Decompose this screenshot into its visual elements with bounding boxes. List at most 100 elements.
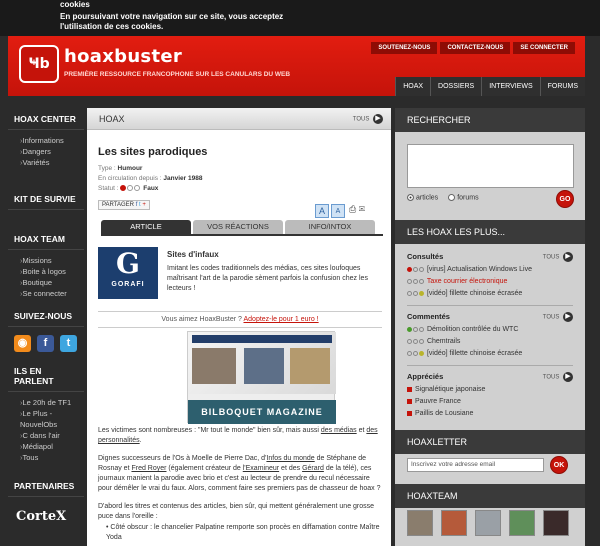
gerard-link[interactable]: Gérard	[302, 465, 324, 472]
radio-articles[interactable]: articles	[407, 194, 438, 201]
nav-forums[interactable]: FORUMS	[539, 77, 585, 96]
sidebar-item-nouvelobs[interactable]: Le Plus - NouvelObs	[20, 408, 72, 430]
sidebar-item-informations[interactable]: Informations	[20, 135, 72, 146]
nav-hoax[interactable]: HOAX	[395, 77, 431, 96]
sidebar-item-missions[interactable]: Missions	[20, 255, 72, 266]
share-button[interactable]: PARTAGER f t +	[98, 200, 150, 210]
cookie-banner: cookies En poursuivant votre navigation …	[0, 0, 600, 36]
gorafi-name: GORAFI	[111, 281, 145, 288]
search-input[interactable]	[407, 144, 574, 188]
list-item[interactable]: Pauvre France	[407, 398, 461, 405]
search-heading: RECHERCHER	[395, 108, 585, 132]
radio-articles-control[interactable]	[407, 194, 414, 201]
adopt-link[interactable]: Adoptez-le pour 1 euro !	[244, 316, 319, 323]
avatar[interactable]	[407, 510, 433, 536]
sidebar-item-connect[interactable]: Se connecter	[20, 288, 72, 299]
list-item[interactable]: [vidéo] fillette chinoise écrasée	[407, 290, 522, 297]
commentes-tous-link[interactable]: TOUS ▶	[543, 312, 573, 322]
cookie-title: cookies	[60, 0, 90, 9]
login-link[interactable]: SE CONNECTER	[513, 42, 575, 54]
tab-reactions[interactable]: VOS RÉACTIONS	[193, 220, 283, 234]
site-title[interactable]: hoaxbuster	[64, 46, 182, 67]
avatar[interactable]	[543, 510, 569, 536]
status-value: Faux	[143, 185, 159, 192]
date-value: Janvier 1988	[163, 175, 203, 182]
main-content: HOAX TOUS ▶ Les sites parodiques Type : …	[87, 108, 391, 546]
nav-interviews[interactable]: INTERVIEWS	[481, 77, 540, 96]
newsletter-ok-button[interactable]: OK	[550, 456, 568, 474]
team-avatars	[407, 510, 569, 536]
list-item[interactable]: Paillis de Lousiane	[407, 410, 473, 417]
infos-du-monde-link[interactable]: Infos du monde	[266, 455, 314, 462]
sidebar-item-cdanslair[interactable]: C dans l'air	[20, 430, 72, 441]
right-sidebar: RECHERCHER articles forums GO LES HOAX L…	[395, 108, 585, 546]
hoax-team-title[interactable]: HOAX TEAM	[8, 228, 84, 250]
radio-forums-label: forums	[457, 194, 479, 202]
nav-dossiers[interactable]: DOSSIERS	[430, 77, 482, 96]
kit-title[interactable]: KIT DE SURVIE	[8, 188, 84, 210]
support-link[interactable]: SOUTENEZ-NOUS	[371, 42, 438, 54]
avatar[interactable]	[441, 510, 467, 536]
date-label: En circulation depuis :	[98, 175, 162, 182]
hoax-center-title[interactable]: HOAX CENTER	[8, 108, 84, 130]
arrow-right-icon: ▶	[563, 312, 573, 322]
arrow-right-icon: ▶	[563, 252, 573, 262]
hoaxletter-heading: HOAXLETTER	[395, 430, 585, 454]
list-item[interactable]: Chemtrails	[407, 338, 460, 345]
tab-article[interactable]: ARTICLE	[101, 220, 191, 234]
cookie-text: En poursuivant votre navigation sur ce s…	[60, 12, 284, 31]
sidebar-item-tous[interactable]: Tous	[20, 452, 72, 463]
list-item[interactable]: [virus] Actualisation Windows Live	[407, 266, 532, 273]
plus-icon: +	[142, 202, 146, 208]
radio-forums[interactable]: forums	[448, 194, 479, 202]
mail-icon[interactable]: ✉	[359, 204, 365, 214]
arrow-right-icon: ▶	[373, 114, 383, 124]
sidebar-item-mediapol[interactable]: Médiapol	[20, 441, 72, 452]
examineur-link[interactable]: l'Examineur	[243, 465, 279, 472]
contact-link[interactable]: CONTACTEZ-NOUS	[440, 42, 511, 54]
facebook-icon[interactable]: f	[37, 335, 54, 352]
sidebar-item-logos[interactable]: Boite à logos	[20, 266, 72, 277]
list-item[interactable]: Signalétique japonaise	[407, 386, 485, 393]
sidebar-item-boutique[interactable]: Boutique	[20, 277, 72, 288]
search-button[interactable]: GO	[556, 190, 574, 208]
print-icon[interactable]: ⎙	[349, 204, 356, 214]
apprecies-title: Appréciés	[407, 372, 444, 381]
sites-description: Imitant les codes traditionnels des médi…	[167, 265, 368, 292]
tous-label: TOUS	[352, 116, 370, 123]
consultes-tous-link[interactable]: TOUS ▶	[543, 252, 573, 262]
article-tabs: ARTICLE VOS RÉACTIONS INFO/INTOX	[101, 220, 375, 234]
commentes-title: Commentés	[407, 312, 450, 321]
fred-royer-link[interactable]: Fred Royer	[131, 465, 166, 472]
tous-link[interactable]: TOUS ▶	[353, 114, 383, 124]
font-increase-button[interactable]: A	[315, 204, 329, 218]
tab-info-intox[interactable]: INFO/INTOX	[285, 220, 375, 234]
font-decrease-button[interactable]: A	[331, 204, 345, 218]
section-title: HOAX	[99, 114, 125, 124]
cortex-logo[interactable]: CorteX	[16, 509, 76, 524]
avatar[interactable]	[509, 510, 535, 536]
radio-articles-label: articles	[416, 194, 439, 202]
sidebar-item-tf1[interactable]: Le 20h de TF1	[20, 397, 72, 408]
bullet-text: Côté obscur : le chancelier Palpatine re…	[106, 524, 380, 541]
parlent-title: ILS EN PARLENT	[8, 360, 84, 392]
medias-link[interactable]: des médias	[321, 427, 357, 434]
gorafi-letter: G	[116, 247, 140, 280]
tab-divider	[101, 234, 383, 236]
list-item[interactable]: Démolition contrôlée du WTC	[407, 326, 518, 333]
hoax-center-list: Informations Dangers Variétés	[8, 130, 84, 174]
newsletter-email-input[interactable]: Inscrivez votre adresse email	[407, 458, 544, 472]
sidebar-item-varietes[interactable]: Variétés	[20, 157, 72, 168]
sidebar-item-dangers[interactable]: Dangers	[20, 146, 72, 157]
avatar[interactable]	[475, 510, 501, 536]
hoax-team-list: Missions Boite à logos Boutique Se conne…	[8, 250, 84, 305]
rss-icon[interactable]: ◉	[14, 335, 31, 352]
logo-icon[interactable]: Ҹb	[19, 45, 59, 83]
radio-forums-control[interactable]	[448, 194, 456, 201]
plus-heading: LES HOAX LES PLUS...	[395, 220, 585, 244]
status-dots	[120, 185, 141, 192]
list-item[interactable]: [vidéo] fillette chinoise écrasée	[407, 350, 522, 357]
list-item[interactable]: Taxe courrier électronique	[407, 278, 507, 285]
apprecies-tous-link[interactable]: TOUS ▶	[543, 372, 573, 382]
twitter-icon[interactable]: t	[60, 335, 77, 352]
